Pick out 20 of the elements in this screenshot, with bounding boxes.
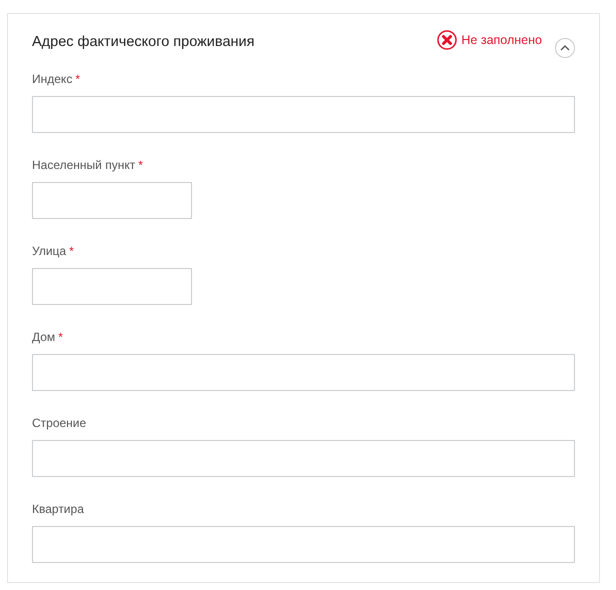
field-label: Квартира [32,502,84,516]
input-field[interactable] [32,440,575,477]
input-field[interactable] [32,526,575,563]
input-field[interactable] [32,96,575,133]
input-field[interactable] [32,182,192,219]
collapse-button[interactable] [555,38,575,58]
required-mark: * [138,158,143,172]
required-mark: * [75,72,80,86]
field-label: Индекс [32,72,72,86]
field-label: Населенный пункт [32,158,136,172]
field-label: Улица [32,244,66,258]
input-field[interactable] [32,268,192,305]
required-mark: * [69,244,74,258]
status-text: Не заполнено [461,33,542,47]
field-label: Строение [32,416,86,430]
required-mark: * [58,330,63,344]
field-label: Дом [32,330,56,344]
section-title: Адрес фактического проживания [32,34,256,50]
chevron-up-icon [560,45,570,51]
input-field[interactable] [32,354,575,391]
